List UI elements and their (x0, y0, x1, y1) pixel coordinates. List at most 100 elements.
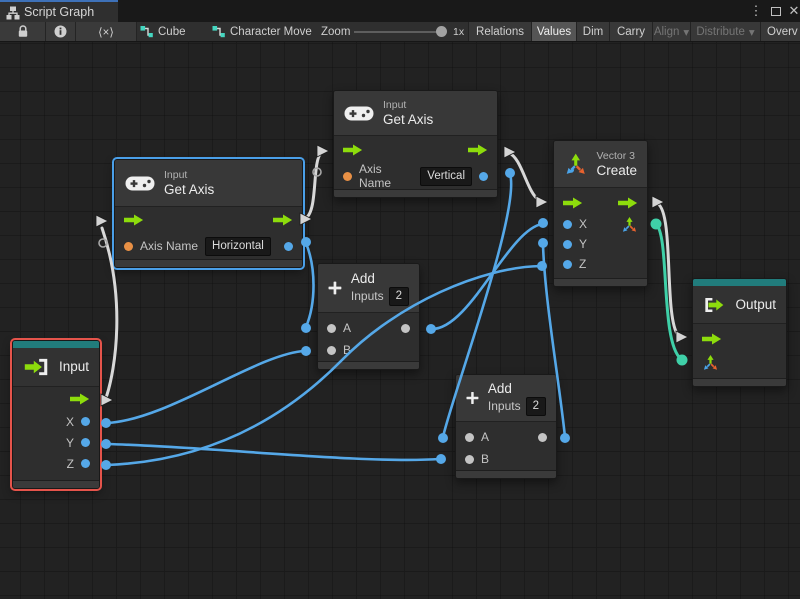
dim-button[interactable]: Dim (576, 22, 609, 41)
graph-icon (212, 25, 225, 38)
node-header: Input (13, 348, 99, 387)
align-dropdown[interactable]: Align ▾ (652, 22, 690, 41)
zoom-value: 1x (453, 22, 464, 41)
node-category: Input (164, 169, 214, 182)
port-label: X (66, 415, 74, 429)
inputs-count-field[interactable]: 2 (526, 397, 546, 416)
node-header: Add Inputs 2 (456, 375, 556, 422)
output-event-icon (703, 295, 726, 315)
node-add-2[interactable]: Add Inputs 2 A B (455, 374, 557, 479)
port-row-a: A (318, 317, 419, 339)
port-a-input[interactable] (327, 324, 336, 333)
vector3-output-port[interactable] (621, 216, 638, 233)
value-output-port[interactable] (479, 172, 488, 181)
breadcrumb-label: Character Move (230, 26, 312, 38)
trigger-in-row (693, 328, 786, 350)
carry-button[interactable]: Carry (609, 22, 652, 41)
vector3-input-port[interactable] (702, 354, 719, 371)
breadcrumb-label: Cube (158, 26, 186, 38)
node-footer (456, 470, 556, 478)
trigger-out-port[interactable] (618, 197, 638, 209)
port-x-output[interactable] (81, 417, 90, 426)
port-label: A (481, 430, 489, 444)
node-footer (115, 259, 302, 267)
trigger-out-port[interactable] (70, 393, 90, 405)
port-label: B (481, 452, 489, 466)
maximize-icon[interactable] (766, 0, 786, 22)
unity-visual-scripting-window: Script Graph ⋮ ✕ ⟨×⟩ (0, 0, 800, 599)
breadcrumb-graph-cube[interactable]: Cube (140, 22, 186, 41)
gamepad-icon (344, 104, 374, 123)
port-y-output[interactable] (81, 438, 90, 447)
relations-button[interactable]: Relations (468, 22, 531, 41)
lock-button[interactable] (0, 22, 46, 41)
graph-toolbar: ⟨×⟩ Cube Character Move Zoom 1x Relation… (0, 22, 800, 42)
port-row-y: Y (13, 432, 99, 453)
port-row-z: Z (13, 453, 99, 474)
port-b-input[interactable] (327, 346, 336, 355)
code-view-button[interactable]: ⟨×⟩ (76, 22, 137, 41)
trigger-in-port[interactable] (702, 333, 722, 345)
port-z-output[interactable] (81, 459, 90, 468)
zoom-slider-track[interactable] (354, 31, 440, 33)
value-output-port[interactable] (284, 242, 293, 251)
distribute-dropdown[interactable]: Distribute ▾ (690, 22, 760, 41)
port-x-input[interactable] (563, 220, 572, 229)
port-z-input[interactable] (563, 260, 572, 269)
node-title: Add (488, 381, 546, 397)
align-label: Align (654, 26, 680, 38)
node-vector3-create[interactable]: Vector 3 Create X Y (553, 140, 648, 287)
axis-name-field[interactable]: Vertical (420, 167, 472, 186)
breadcrumb-graph-character-move[interactable]: Character Move (212, 22, 312, 41)
port-a-input[interactable] (465, 433, 474, 442)
sum-output-port[interactable] (401, 324, 410, 333)
trigger-out-port[interactable] (468, 144, 488, 156)
info-icon (54, 25, 67, 38)
node-add-1[interactable]: Add Inputs 2 A B (317, 263, 420, 370)
port-row-x: X (554, 214, 647, 234)
add-icon (328, 275, 342, 301)
overview-button[interactable]: Overv (760, 22, 800, 41)
port-row-b: B (318, 339, 419, 361)
kebab-menu-icon[interactable]: ⋮ (746, 0, 766, 22)
node-input-event[interactable]: Input X Y Z (12, 340, 100, 489)
event-header-strip (693, 279, 786, 286)
node-title: Output (735, 297, 776, 313)
param-label: Axis Name (359, 162, 413, 190)
port-row-z: Z (554, 254, 647, 274)
gamepad-icon (125, 174, 155, 193)
tab-script-graph[interactable]: Script Graph (0, 0, 118, 22)
axis-name-field[interactable]: Horizontal (205, 237, 271, 256)
trigger-row (554, 192, 647, 214)
chevron-down-icon: ▾ (749, 25, 755, 39)
sum-output-port[interactable] (538, 433, 547, 442)
node-title: Add (351, 271, 409, 287)
node-get-axis-vertical[interactable]: Input Get Axis Axis Name Vertical (333, 90, 498, 198)
axis-name-input-port[interactable] (124, 242, 133, 251)
lock-icon (17, 25, 29, 38)
inputs-label: Inputs (351, 290, 384, 303)
inputs-count-field[interactable]: 2 (389, 287, 409, 306)
node-get-axis-horizontal[interactable]: Input Get Axis Axis Name Horizontal (114, 159, 303, 268)
trigger-out-port[interactable] (273, 214, 293, 226)
trigger-row (115, 207, 302, 233)
script-graph-hierarchy-icon (6, 6, 20, 23)
tab-bar: Script Graph ⋮ ✕ (0, 0, 800, 22)
axis-name-input-port[interactable] (343, 172, 352, 181)
graph-icon (140, 25, 153, 38)
node-output-event[interactable]: Output (692, 278, 787, 387)
trigger-in-port[interactable] (124, 214, 144, 226)
values-button[interactable]: Values (531, 22, 576, 41)
input-event-icon (23, 357, 50, 377)
zoom-slider-handle[interactable] (436, 26, 447, 37)
close-icon[interactable]: ✕ (784, 0, 800, 22)
node-footer (318, 361, 419, 369)
port-y-input[interactable] (563, 240, 572, 249)
trigger-in-port[interactable] (343, 144, 363, 156)
trigger-in-port[interactable] (563, 197, 583, 209)
port-b-input[interactable] (465, 455, 474, 464)
port-label: Z (67, 457, 74, 471)
info-button[interactable] (46, 22, 76, 41)
node-header: Input Get Axis (115, 160, 302, 207)
node-title: Get Axis (164, 182, 214, 198)
